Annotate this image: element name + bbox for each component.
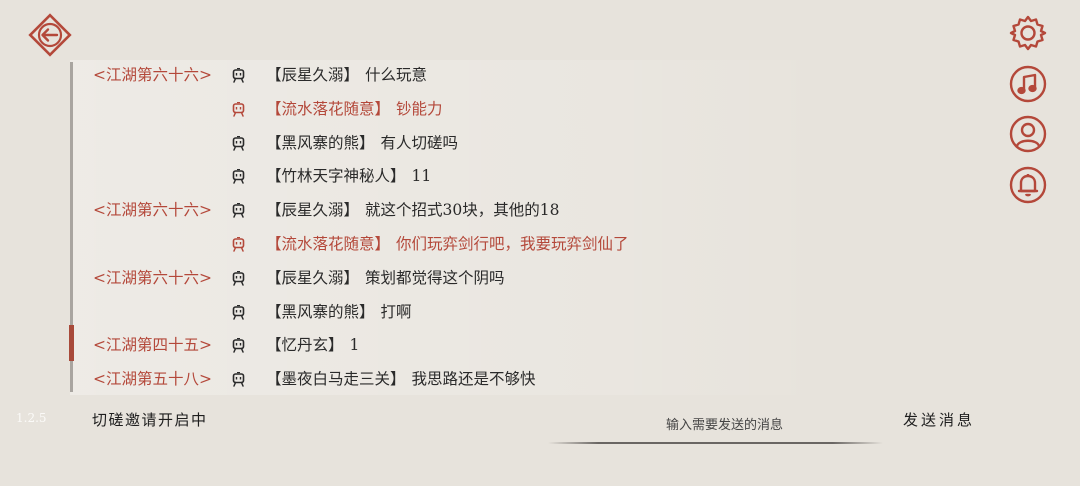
gear-icon bbox=[1009, 15, 1047, 51]
speaker-name[interactable]: 【竹林天字神秘人】 bbox=[266, 159, 406, 193]
message-text: 我思路还是不够快 bbox=[411, 370, 536, 389]
chat-message-row[interactable]: 【流水落花随意】 钞能力 bbox=[0, 92, 1000, 126]
chat-bubble-icon bbox=[232, 203, 245, 218]
chat-message-row[interactable]: <江湖第六十六> 【辰星久溺】 什么玩意 bbox=[0, 58, 1000, 92]
back-arrow-icon bbox=[28, 13, 72, 57]
message-text: 钞能力 bbox=[396, 99, 443, 118]
message-text: 就这个招式30块，其他的18 bbox=[365, 201, 560, 220]
version-label: 1.2.5 bbox=[16, 411, 47, 425]
channel-tag[interactable]: <江湖第六十六> bbox=[93, 261, 212, 295]
speaker-name[interactable]: 【黑风寨的熊】 bbox=[266, 126, 375, 160]
speaker-name[interactable]: 【流水落花随意】 bbox=[266, 227, 390, 261]
channel-tag[interactable]: <江湖第四十五> bbox=[93, 328, 212, 362]
message-text: 策划都觉得这个阴吗 bbox=[365, 268, 505, 287]
chat-bubble-icon bbox=[232, 169, 245, 185]
chat-message-row[interactable]: <江湖第五十八> 【墨夜白马走三关】 我思路还是不够快 bbox=[0, 362, 1000, 396]
chat-bubble-icon bbox=[232, 101, 245, 117]
bell-icon bbox=[1009, 166, 1047, 204]
invite-status-toggle[interactable]: 切磋邀请开启中 bbox=[92, 409, 208, 430]
chat-message-row[interactable]: 【竹林天字神秘人】 11 bbox=[0, 159, 1000, 193]
chat-bubble-icon bbox=[232, 237, 245, 252]
chat-bubble-icon bbox=[232, 135, 245, 151]
message-text: 有人切磋吗 bbox=[380, 133, 459, 152]
speaker-name[interactable]: 【辰星久溺】 bbox=[266, 261, 359, 295]
message-text: 打啊 bbox=[380, 302, 412, 321]
chat-message-row[interactable]: <江湖第六十六> 【辰星久溺】 策划都觉得这个阴吗 bbox=[0, 261, 1000, 295]
channel-tag[interactable]: <江湖第五十八> bbox=[93, 362, 212, 396]
message-input[interactable]: 输入需要发送的消息 bbox=[548, 404, 883, 444]
settings-button[interactable] bbox=[1009, 14, 1047, 52]
notification-button[interactable] bbox=[1009, 166, 1047, 204]
chat-message-row[interactable]: <江湖第四十五> 【忆丹玄】 1 bbox=[0, 328, 1000, 362]
speaker-name[interactable]: 【忆丹玄】 bbox=[266, 328, 344, 362]
message-text: 1 bbox=[349, 336, 360, 355]
message-text: 11 bbox=[411, 167, 432, 186]
message-input-underline bbox=[548, 442, 883, 444]
speaker-name[interactable]: 【辰星久溺】 bbox=[266, 58, 359, 92]
chat-bubble-icon bbox=[232, 372, 245, 387]
chat-message-row[interactable]: <江湖第六十六> 【辰星久溺】 就这个招式30块，其他的18 bbox=[0, 193, 1000, 227]
chat-message-row[interactable]: 【流水落花随意】 你们玩弈剑行吧，我要玩弈剑仙了 bbox=[0, 227, 1000, 261]
message-text: 你们玩弈剑行吧，我要玩弈剑仙了 bbox=[396, 235, 629, 253]
chat-bubble-icon bbox=[232, 68, 245, 83]
message-input-placeholder: 输入需要发送的消息 bbox=[666, 418, 784, 433]
channel-tag[interactable]: <江湖第六十六> bbox=[93, 58, 212, 92]
music-button[interactable] bbox=[1009, 65, 1047, 103]
speaker-name[interactable]: 【黑风寨的熊】 bbox=[266, 295, 375, 329]
speaker-name[interactable]: 【辰星久溺】 bbox=[266, 193, 359, 227]
send-message-button[interactable]: 发送消息 bbox=[903, 409, 975, 430]
chat-message-row[interactable]: 【黑风寨的熊】 打啊 bbox=[0, 295, 1000, 329]
user-icon bbox=[1009, 115, 1047, 153]
chat-message-row[interactable]: 【黑风寨的熊】 有人切磋吗 bbox=[0, 126, 1000, 160]
music-note-icon bbox=[1009, 65, 1047, 103]
speaker-name[interactable]: 【流水落花随意】 bbox=[266, 92, 390, 126]
chat-bubble-icon bbox=[232, 304, 245, 320]
profile-button[interactable] bbox=[1009, 115, 1047, 153]
channel-tag[interactable]: <江湖第六十六> bbox=[93, 193, 212, 227]
message-text: 什么玩意 bbox=[365, 66, 428, 84]
chat-bubble-icon bbox=[232, 270, 245, 286]
back-button[interactable] bbox=[27, 12, 73, 58]
chat-bubble-icon bbox=[232, 338, 245, 354]
speaker-name[interactable]: 【墨夜白马走三关】 bbox=[266, 362, 406, 396]
